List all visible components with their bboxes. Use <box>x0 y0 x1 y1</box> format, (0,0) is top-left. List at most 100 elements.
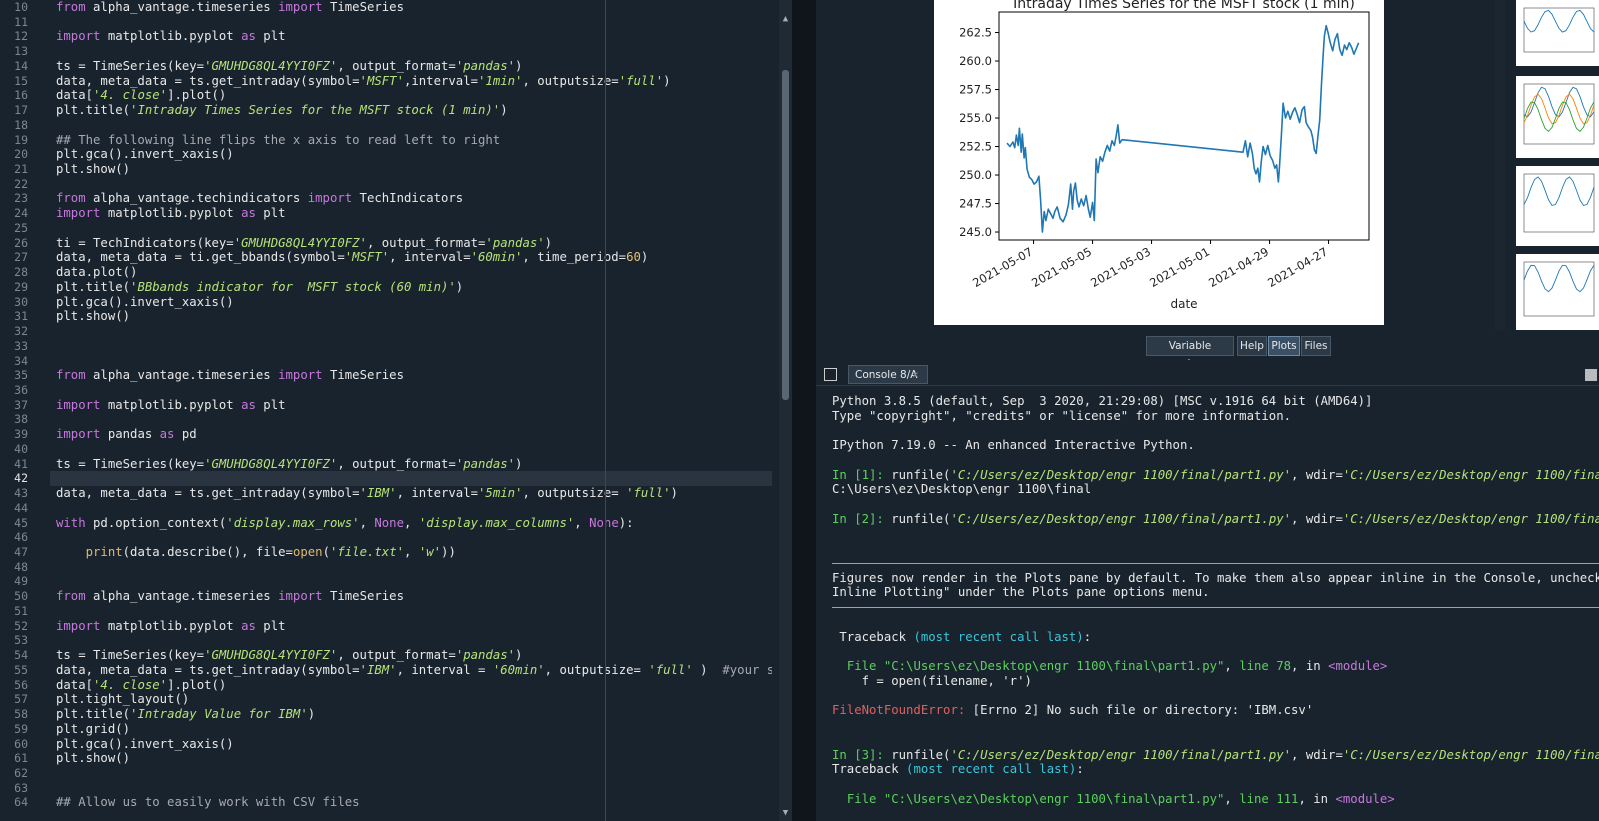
line-number: 58 <box>14 707 28 721</box>
plot-area <box>998 11 1370 241</box>
code-line[interactable]: ## Allow us to easily work with CSV file… <box>56 795 360 810</box>
line-number: 12 <box>14 29 28 43</box>
line-number: 32 <box>14 324 28 338</box>
plot-thumbnail-1[interactable] <box>1516 0 1599 66</box>
code-line[interactable]: plt.gca().invert_xaxis() <box>56 147 234 162</box>
code-line[interactable]: import matplotlib.pyplot as plt <box>56 619 286 634</box>
code-line[interactable]: import matplotlib.pyplot as plt <box>56 29 286 44</box>
msft-intraday-chart: Intraday Times Series for the MSFT stock… <box>959 0 1370 311</box>
scroll-down-arrow-icon[interactable]: ▼ <box>780 808 791 818</box>
code-line[interactable]: data['4. close'].plot() <box>56 678 226 693</box>
tab-help[interactable]: Help <box>1237 336 1267 356</box>
x-tick-label: 2021-05-05 <box>1029 244 1094 290</box>
line-number: 52 <box>14 619 28 633</box>
code-area[interactable]: from alpha_vantage.timeseries import Tim… <box>50 0 772 821</box>
code-line[interactable]: data, meta_data = ts.get_intraday(symbol… <box>56 486 678 501</box>
line-number: 57 <box>14 692 28 706</box>
code-line[interactable]: plt.title('Intraday Value for IBM') <box>56 707 315 722</box>
console-tab-bar <box>816 363 1599 386</box>
code-line[interactable]: plt.gca().invert_xaxis() <box>56 295 234 310</box>
console-line: Figures now render in the Plots pane by … <box>832 571 1599 585</box>
console-output[interactable]: Python 3.8.5 (default, Sep 3 2020, 21:29… <box>832 394 1599 821</box>
code-line[interactable]: from alpha_vantage.timeseries import Tim… <box>56 589 404 604</box>
line-number: 47 <box>14 545 28 559</box>
line-number: 18 <box>14 118 28 132</box>
console-line: f = open(filename, 'r') <box>832 674 1032 688</box>
line-number: 41 <box>14 457 28 471</box>
line-number: 38 <box>14 412 28 426</box>
code-line[interactable]: from alpha_vantage.timeseries import Tim… <box>56 0 404 15</box>
plot-thumbnails[interactable] <box>1505 0 1599 330</box>
console-window-icon[interactable] <box>824 368 837 381</box>
console-tab-close-icon[interactable]: ✕ <box>912 365 924 384</box>
code-line[interactable]: from alpha_vantage.timeseries import Tim… <box>56 368 404 383</box>
code-line[interactable]: ts = TimeSeries(key='GMUHDG8QL4YYI0FZ', … <box>56 648 522 663</box>
thumbnail-preview <box>1523 83 1595 145</box>
x-tick-label: 2021-04-29 <box>1206 244 1271 290</box>
line-number: 16 <box>14 88 28 102</box>
console-line: Traceback (most recent call last): <box>832 630 1092 644</box>
tab-plots[interactable]: Plots <box>1268 336 1300 356</box>
line-number: 13 <box>14 44 28 58</box>
code-line[interactable]: plt.show() <box>56 162 130 177</box>
plot-thumbnail-4[interactable] <box>1516 254 1599 330</box>
code-line[interactable]: import pandas as pd <box>56 427 197 442</box>
code-line[interactable]: data, meta_data = ts.get_intraday(symbol… <box>56 74 671 89</box>
tab-variable-explorer[interactable]: Variable explorer <box>1146 336 1234 370</box>
line-number: 62 <box>14 766 28 780</box>
code-line[interactable]: data.plot() <box>56 265 137 280</box>
code-line[interactable]: plt.show() <box>56 309 130 324</box>
console-separator <box>832 563 1599 564</box>
scroll-up-arrow-icon[interactable]: ▲ <box>780 14 791 24</box>
code-line[interactable]: with pd.option_context('display.max_rows… <box>56 516 634 531</box>
code-line[interactable]: plt.show() <box>56 751 130 766</box>
console-separator <box>832 607 1599 608</box>
code-line[interactable]: from alpha_vantage.techindicators import… <box>56 191 463 206</box>
plot-thumbnail-3[interactable] <box>1516 166 1599 246</box>
plot-thumbnail-2[interactable] <box>1516 76 1599 158</box>
line-number: 25 <box>14 221 28 235</box>
code-line[interactable]: import matplotlib.pyplot as plt <box>56 398 286 413</box>
console-line: Traceback (most recent call last): <box>832 762 1084 776</box>
console-line: FileNotFoundError: [Errno 2] No such fil… <box>832 703 1314 717</box>
console-line: C:\Users\ez\Desktop\engr 1100\final <box>832 482 1092 496</box>
console-line: File "C:\Users\ez\Desktop\engr 1100\fina… <box>846 659 1388 673</box>
line-number: 36 <box>14 383 28 397</box>
y-tick-label: 257.5 <box>959 83 992 97</box>
line-number: 59 <box>14 722 28 736</box>
line-number: 22 <box>14 177 28 191</box>
code-line[interactable]: data, meta_data = ti.get_bbands(symbol='… <box>56 250 648 265</box>
code-line[interactable]: plt.gca().invert_xaxis() <box>56 737 234 752</box>
thumbnails-scrollbar[interactable] <box>1495 0 1505 330</box>
code-line[interactable]: plt.title('BBbands indicator for MSFT st… <box>56 280 463 295</box>
code-editor[interactable]: 10 11 12 13 14 15 16 17 18 19 20 21 22 23 24 25 26 27 28 29… <box>0 0 792 821</box>
code-line[interactable]: ts = TimeSeries(key='GMUHDG8QL4YYI0FZ', … <box>56 457 522 472</box>
code-line[interactable]: ts = TimeSeries(key='GMUHDG8QL4YYI0FZ', … <box>56 59 522 74</box>
code-line[interactable]: import matplotlib.pyplot as plt <box>56 206 286 221</box>
line-number: 27 <box>14 250 28 264</box>
console-line: Inline Plotting" under the Plots pane op… <box>832 585 1210 599</box>
console-line: In [2]: runfile('C:/Users/ez/Desktop/eng… <box>832 512 1599 526</box>
line-number: 56 <box>14 678 28 692</box>
editor-scrollbar-thumb[interactable] <box>782 70 789 400</box>
pane-splitter[interactable] <box>792 0 816 821</box>
line-number: 11 <box>14 15 28 29</box>
code-line[interactable]: plt.title('Intraday Times Series for the… <box>56 103 508 118</box>
code-line[interactable]: data, meta_data = ts.get_intraday(symbol… <box>56 663 772 678</box>
line-number: 53 <box>14 633 28 647</box>
code-line[interactable]: print(data.describe(), file=open('file.t… <box>56 545 456 560</box>
code-line[interactable]: ti = TechIndicators(key='GMUHDG8QL4YYI0F… <box>56 236 552 251</box>
thumbnail-preview <box>1523 173 1595 233</box>
line-number: 28 <box>14 265 28 279</box>
y-tick-label: 250.0 <box>959 168 992 182</box>
code-line[interactable]: data['4. close'].plot() <box>56 88 226 103</box>
tab-files[interactable]: Files <box>1301 336 1331 356</box>
thumbnail-axes <box>1523 83 1595 145</box>
line-number: 63 <box>14 781 28 795</box>
code-line[interactable]: plt.tight_layout() <box>56 692 189 707</box>
line-number: 14 <box>14 59 28 73</box>
code-line[interactable]: plt.grid() <box>56 722 130 737</box>
code-line[interactable]: ## The following line flips the x axis t… <box>56 133 500 148</box>
console-options-icon[interactable] <box>1585 369 1597 381</box>
x-tick-label: 2021-05-07 <box>970 244 1035 290</box>
